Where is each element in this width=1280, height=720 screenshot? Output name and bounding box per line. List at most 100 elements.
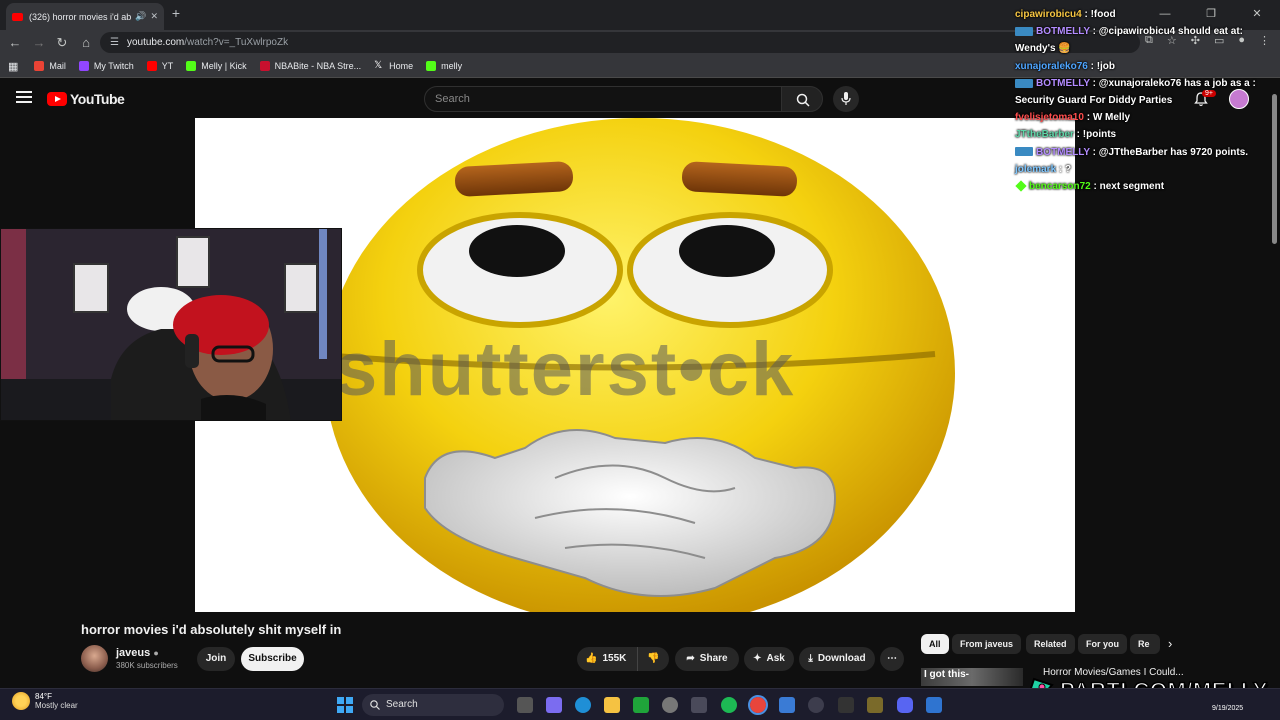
- chip-from-javeus[interactable]: From javeus: [952, 634, 1022, 654]
- reload-icon[interactable]: ↻: [53, 34, 71, 52]
- file-explorer-icon[interactable]: [604, 697, 620, 713]
- share-icon: ➦: [686, 653, 695, 664]
- chat-message: BOTMELLY : @cipawirobicu4 should eat at:…: [1015, 26, 1244, 55]
- chip-for-you[interactable]: For you: [1078, 634, 1127, 654]
- recommendation-thumbnail[interactable]: I got this-: [921, 668, 1023, 686]
- chat-username: BOTMELLY: [1036, 77, 1090, 89]
- bookmark-melly-kick[interactable]: Melly | Kick: [186, 61, 247, 71]
- discord-icon[interactable]: [897, 697, 913, 713]
- page-scrollbar[interactable]: [1268, 82, 1280, 612]
- more-actions-button[interactable]: ⋯: [880, 647, 904, 671]
- chat-username: cipawirobicu4: [1015, 9, 1082, 20]
- chat-text: next segment: [1099, 181, 1165, 193]
- forward-icon[interactable]: →: [30, 34, 48, 52]
- kick-badge-icon: [1015, 180, 1027, 193]
- bookmark-nbabite[interactable]: NBABite - NBA Stre...: [259, 61, 361, 71]
- more-horizontal-icon: ⋯: [887, 653, 897, 664]
- weather-icon: [12, 692, 30, 710]
- like-button[interactable]: 👍 155K: [577, 647, 637, 671]
- chat-text: !points: [1082, 129, 1117, 141]
- youtube-logo[interactable]: YouTube: [47, 91, 125, 107]
- bot-badge-icon: [1015, 78, 1033, 88]
- chat-text: !food: [1090, 9, 1116, 20]
- home-icon[interactable]: ⌂: [77, 34, 95, 52]
- subscriber-count: 380K subscribers: [116, 661, 178, 670]
- back-icon[interactable]: ←: [6, 34, 24, 52]
- thumbs-down-icon: 👎: [647, 653, 660, 664]
- chat-username: JTtheBarber: [1015, 129, 1074, 141]
- app-icon-2[interactable]: [926, 697, 942, 713]
- weather-widget[interactable]: 84°F Mostly clear: [12, 692, 78, 710]
- bookmark-home[interactable]: 𝕏 Home: [374, 61, 413, 72]
- obs-icon[interactable]: [662, 697, 678, 713]
- terminal-icon[interactable]: [838, 697, 854, 713]
- search-input[interactable]: Search: [424, 86, 782, 112]
- chat-message: fvelisjetoma10 : W Melly: [1015, 112, 1131, 124]
- chevron-right-icon[interactable]: ›: [1168, 636, 1172, 651]
- chat-text: ?: [1065, 163, 1072, 175]
- chat-username: bencarson72: [1029, 181, 1091, 193]
- chat-username: fvelisjetoma10: [1015, 112, 1084, 124]
- ask-button[interactable]: ✦ Ask: [744, 647, 794, 671]
- bookmark-yt[interactable]: YT: [146, 61, 173, 71]
- bookmark-my-twitch[interactable]: My Twitch: [78, 61, 134, 71]
- chat-username: jolemark: [1015, 163, 1057, 175]
- dislike-button[interactable]: 👎: [637, 647, 669, 671]
- chat-message: cipawirobicu4 : !food: [1015, 9, 1116, 20]
- share-button[interactable]: ➦ Share: [675, 647, 739, 671]
- download-button[interactable]: ⤓ Download: [799, 647, 875, 671]
- tab-title: (326) horror movies i'd absolutely shit …: [29, 11, 132, 22]
- media-player-icon[interactable]: [808, 697, 824, 713]
- edge-icon[interactable]: [575, 697, 591, 713]
- sparkle-icon: ✦: [753, 653, 762, 664]
- chat-message: jolemark : ?: [1015, 163, 1072, 175]
- new-tab-button[interactable]: +: [168, 5, 184, 21]
- photos-icon[interactable]: [779, 697, 795, 713]
- app-icon[interactable]: [867, 697, 883, 713]
- url-path: /watch?v=_TuXwlrpoZk: [184, 37, 289, 48]
- channel-avatar[interactable]: [81, 645, 108, 672]
- search-icon: [796, 93, 810, 107]
- spotify-icon[interactable]: [721, 697, 737, 713]
- youtube-favicon-icon: [12, 12, 23, 21]
- speaker-icon[interactable]: 🔊: [135, 11, 146, 22]
- search-icon: [370, 700, 380, 710]
- chip-related[interactable]: Related: [1026, 634, 1075, 654]
- copilot-icon[interactable]: [546, 697, 562, 713]
- chrome-icon[interactable]: [748, 695, 768, 715]
- bookmark-melly[interactable]: melly: [426, 61, 462, 71]
- task-view-icon[interactable]: [517, 697, 533, 713]
- streamer-webcam: [0, 228, 342, 421]
- temperature: 84°F: [35, 692, 52, 701]
- bookmark-mail[interactable]: Mail: [34, 61, 66, 71]
- taskbar-search[interactable]: Search: [362, 694, 504, 716]
- chat-text: W Melly: [1092, 112, 1131, 124]
- close-tab-icon[interactable]: ✕: [150, 11, 158, 22]
- chip-all[interactable]: All: [921, 634, 949, 654]
- url-host: youtube.com: [126, 37, 185, 48]
- weather-condition: Mostly clear: [35, 701, 78, 710]
- system-date: 9/19/2025: [1212, 705, 1244, 712]
- apps-icon[interactable]: ▦: [8, 60, 18, 73]
- video-title: horror movies i'd absolutely shit myself…: [81, 622, 342, 637]
- chip-recently-uploaded[interactable]: Re: [1130, 634, 1160, 654]
- browser-tab[interactable]: (326) horror movies i'd absolutely shit …: [6, 3, 164, 30]
- hamburger-menu-icon[interactable]: [16, 91, 32, 103]
- search-button[interactable]: [781, 86, 823, 112]
- youtube-logo-text: YouTube: [70, 91, 125, 107]
- site-info-icon[interactable]: ☰: [110, 37, 119, 48]
- youtube-play-icon: [47, 92, 67, 106]
- voice-search-button[interactable]: [833, 86, 859, 112]
- subscribe-button[interactable]: Subscribe: [241, 647, 304, 671]
- store-icon[interactable]: [691, 697, 707, 713]
- xbox-icon[interactable]: [633, 697, 649, 713]
- url-input[interactable]: ☰ youtube.com /watch?v=_TuXwlrpoZk: [100, 32, 1140, 53]
- chat-username: BOTMELLY: [1036, 146, 1090, 158]
- channel-name[interactable]: javeus ●: [116, 647, 159, 659]
- start-button[interactable]: [337, 697, 353, 713]
- scrollbar-thumb[interactable]: [1272, 94, 1277, 244]
- join-button[interactable]: Join: [197, 647, 235, 671]
- chat-text: @JTtheBarber has 9720 points.: [1098, 146, 1249, 158]
- bot-badge-icon: [1015, 147, 1033, 157]
- chat-username: xunajoraleko76: [1015, 60, 1088, 72]
